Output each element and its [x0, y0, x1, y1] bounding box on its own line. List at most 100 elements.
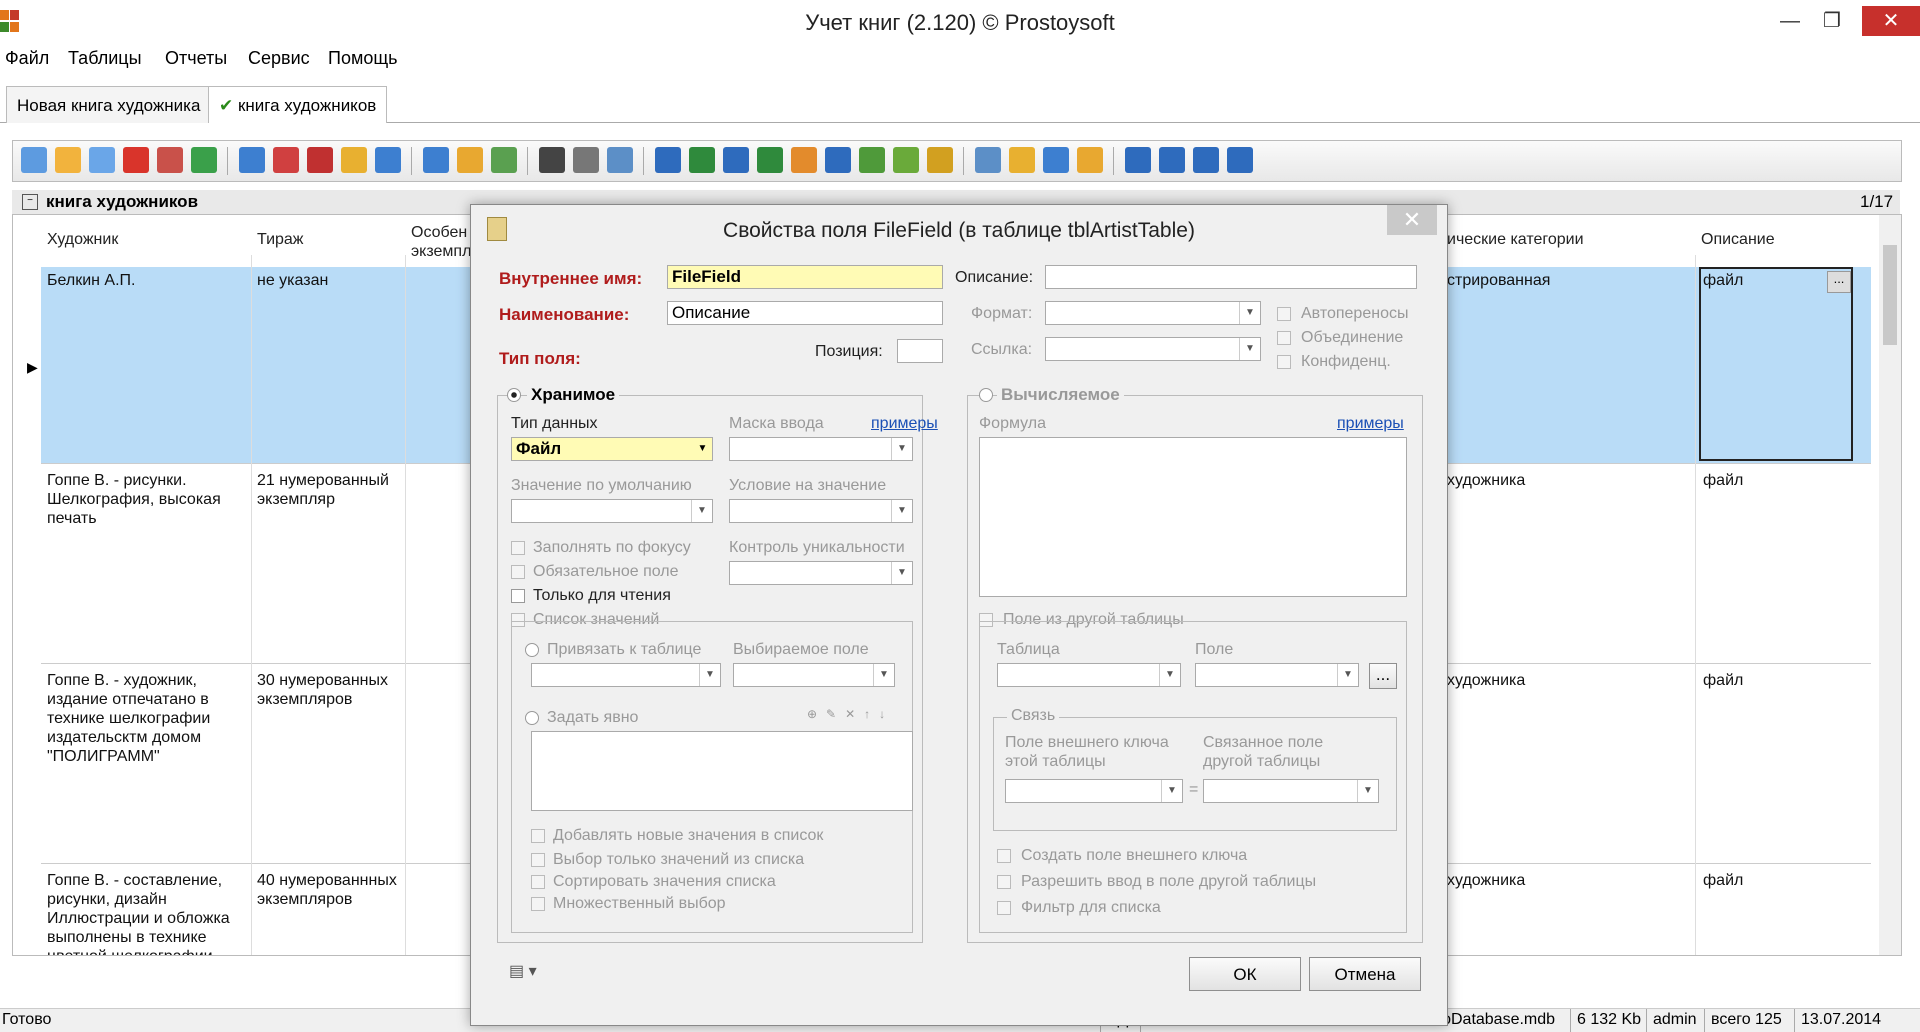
export-excel-2-icon[interactable] [757, 147, 783, 173]
close-window-button[interactable]: ✕ [1862, 6, 1920, 36]
import-2-icon[interactable] [859, 147, 885, 173]
explicit-values-textarea[interactable] [531, 731, 913, 811]
filter-advanced-icon[interactable] [341, 147, 367, 173]
collapse-icon[interactable]: − [22, 194, 38, 210]
prev-record-icon[interactable] [1159, 147, 1185, 173]
link-select[interactable]: ▼ [1045, 337, 1261, 361]
cell-edition[interactable]: 40 нумерованнных экземпляров [257, 871, 401, 909]
cell-description[interactable]: файл [1703, 271, 1743, 290]
stored-radio[interactable] [507, 388, 521, 402]
formula-textarea[interactable] [979, 437, 1407, 597]
filter-exclude-icon[interactable] [307, 147, 333, 173]
find-icon[interactable] [539, 147, 565, 173]
autowrap-checkbox[interactable] [1277, 307, 1291, 321]
column-header-description[interactable]: Описание [1701, 231, 1775, 249]
cell-description[interactable]: файл [1703, 871, 1743, 890]
internal-name-input[interactable]: FileField [667, 265, 943, 289]
report-icon[interactable] [893, 147, 919, 173]
maximize-button[interactable]: ❐ [1812, 6, 1852, 36]
cancel-button[interactable]: Отмена [1309, 957, 1421, 991]
last-record-icon[interactable] [1227, 147, 1253, 173]
column-header-edition[interactable]: Тираж [257, 231, 304, 249]
tab-artist-books[interactable]: ✔ книга художников [208, 86, 388, 123]
bind-table-select[interactable]: ▼ [531, 663, 721, 687]
menu-tables[interactable]: Таблицы [68, 48, 142, 69]
formula-examples-link[interactable]: примеры [1337, 415, 1404, 433]
cell-artist[interactable]: Гоппе В. - рисунки. Шелкография, высокая… [47, 471, 243, 528]
cell-description[interactable]: файл [1703, 471, 1743, 490]
next-record-icon[interactable] [1193, 147, 1219, 173]
add-record-icon[interactable] [21, 147, 47, 173]
column-header-features[interactable]: Особен экземпл [411, 223, 471, 261]
description-input[interactable] [1045, 265, 1417, 289]
table-icon[interactable] [1043, 147, 1069, 173]
required-checkbox[interactable] [511, 565, 525, 579]
sql-icon[interactable] [491, 147, 517, 173]
copy-record-icon[interactable] [89, 147, 115, 173]
print-preview-icon[interactable] [607, 147, 633, 173]
edit-record-icon[interactable] [55, 147, 81, 173]
other-field-select[interactable]: ▼ [1195, 663, 1359, 687]
cell-description-editing[interactable] [1699, 267, 1853, 461]
menu-help[interactable]: Помощь [328, 48, 398, 69]
multi-select-checkbox[interactable] [531, 897, 545, 911]
cell-edition[interactable]: 21 нумерованный экземпляр [257, 471, 401, 509]
cell-artist[interactable]: Гоппе В. - художник, издание отпечатано … [47, 671, 243, 766]
ok-button[interactable]: ОК [1189, 957, 1301, 991]
position-input[interactable] [897, 339, 943, 363]
data-type-select[interactable]: Файл [511, 437, 713, 461]
fields-icon[interactable] [975, 147, 1001, 173]
input-mask-examples-link[interactable]: примеры [871, 415, 938, 433]
add-new-values-checkbox[interactable] [531, 829, 545, 843]
minimize-button[interactable]: — [1770, 6, 1810, 36]
linked-field-select[interactable]: ▼ [1203, 779, 1379, 803]
format-select[interactable]: ▼ [1045, 301, 1261, 325]
delete-multiple-icon[interactable] [157, 147, 183, 173]
menu-file[interactable]: Файл [5, 48, 49, 69]
merge-checkbox[interactable] [1277, 331, 1291, 345]
copy-menu-icon[interactable]: ▤ ▾ [509, 961, 549, 985]
set-explicit-radio[interactable] [525, 711, 539, 725]
default-value-select[interactable]: ▼ [511, 499, 713, 523]
import-icon[interactable] [825, 147, 851, 173]
filter-icon[interactable] [239, 147, 265, 173]
cell-category[interactable]: художника [1447, 671, 1525, 690]
fk-field-select[interactable]: ▼ [1005, 779, 1183, 803]
cell-edition[interactable]: не указан [257, 271, 401, 290]
cell-category[interactable]: стрированная [1447, 271, 1550, 290]
tab-new-book[interactable]: Новая книга художника [6, 86, 212, 123]
create-fk-checkbox[interactable] [997, 849, 1011, 863]
cell-artist[interactable]: Белкин А.П. [47, 271, 243, 290]
computed-radio[interactable] [979, 388, 993, 402]
dialog-close-button[interactable]: ✕ [1387, 205, 1437, 235]
group-icon[interactable] [457, 147, 483, 173]
print-icon[interactable] [573, 147, 599, 173]
ellipsis-button[interactable]: ... [1827, 271, 1851, 293]
confidential-checkbox[interactable] [1277, 355, 1291, 369]
filter-for-list-checkbox[interactable] [997, 901, 1011, 915]
sort-values-checkbox[interactable] [531, 875, 545, 889]
refresh-icon[interactable] [191, 147, 217, 173]
list-edit-icons[interactable]: ⊕✎✕↑↓ [807, 707, 917, 727]
vertical-scroll-thumb[interactable] [1883, 245, 1897, 345]
export-word-icon[interactable] [655, 147, 681, 173]
first-record-icon[interactable] [1125, 147, 1151, 173]
value-condition-select[interactable]: ▼ [729, 499, 913, 523]
export-html-icon[interactable] [791, 147, 817, 173]
sort-icon[interactable] [423, 147, 449, 173]
column-header-categories[interactable]: ические категории [1447, 231, 1584, 249]
settings-icon[interactable] [1077, 147, 1103, 173]
chevron-down-icon[interactable]: ▼ [693, 438, 712, 460]
export-excel-icon[interactable] [689, 147, 715, 173]
menu-reports[interactable]: Отчеты [165, 48, 227, 69]
uniqueness-select[interactable]: ▼ [729, 561, 913, 585]
export-icon[interactable] [723, 147, 749, 173]
selected-field-select[interactable]: ▼ [733, 663, 895, 687]
readonly-checkbox[interactable] [511, 589, 525, 603]
filter-selection-icon[interactable] [273, 147, 299, 173]
chart-icon[interactable] [927, 147, 953, 173]
input-mask-select[interactable]: ▼ [729, 437, 913, 461]
cell-edition[interactable]: 30 нумерованных экземпляров [257, 671, 401, 709]
cell-artist[interactable]: Гоппе В. - составление, рисунки, дизайн … [47, 871, 243, 955]
other-table-select[interactable]: ▼ [997, 663, 1181, 687]
